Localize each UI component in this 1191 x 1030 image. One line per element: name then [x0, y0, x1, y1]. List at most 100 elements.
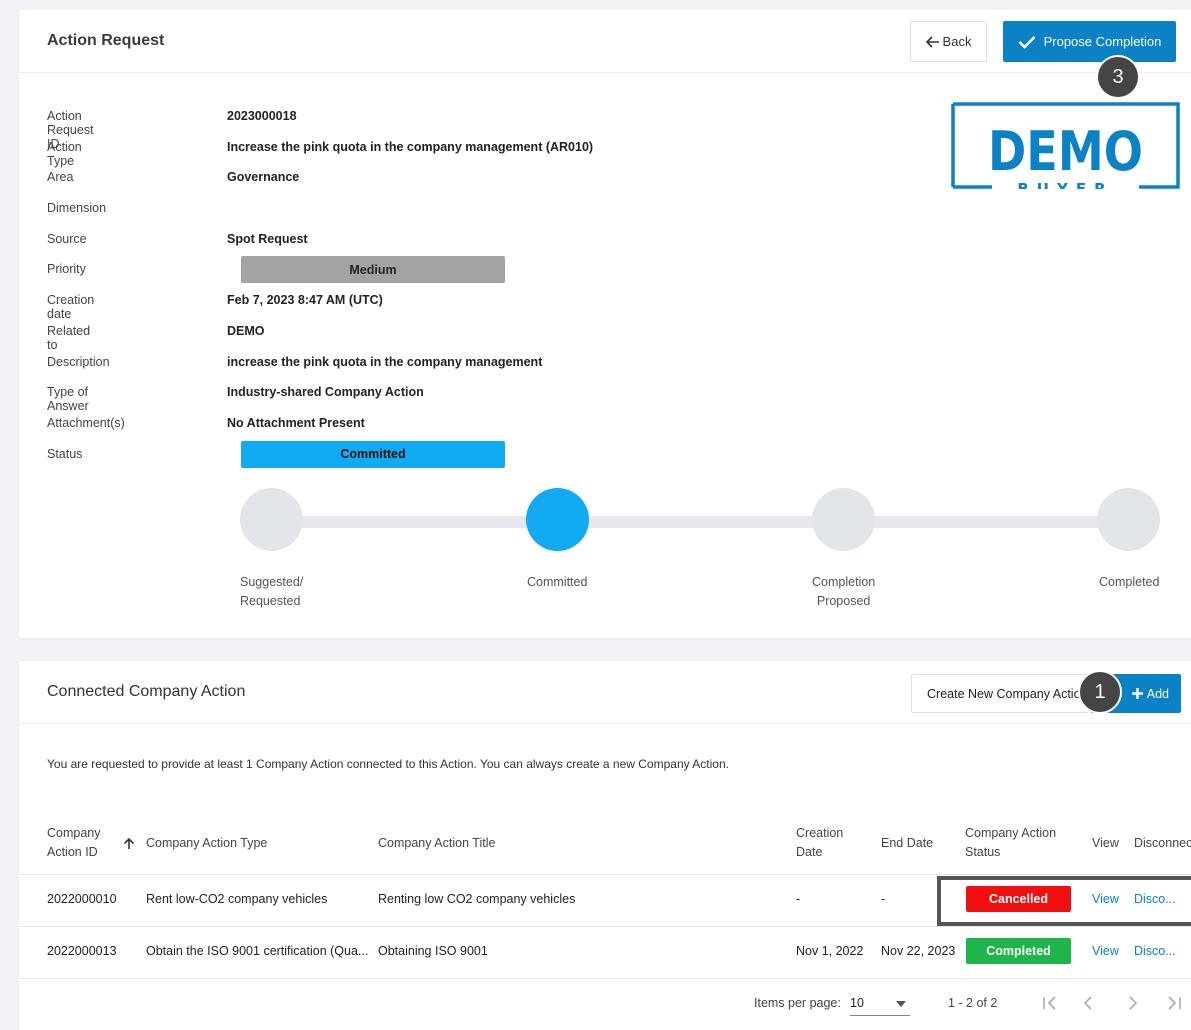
- cell-end: -: [881, 892, 886, 906]
- col-header-title[interactable]: Company Action Title: [378, 834, 495, 853]
- step-number-badge-1: 1: [1078, 670, 1122, 714]
- cell-type: Obtain the ISO 9001 certification (Qua..…: [146, 944, 369, 958]
- demo-buyer-logo: DEMO BUYER: [951, 102, 1180, 189]
- detail-label: Action Type: [47, 139, 82, 168]
- propose-completion-button[interactable]: Propose Completion: [1003, 21, 1176, 62]
- detail-value: Industry-shared Company Action: [227, 385, 424, 400]
- cell-creation: Nov 1, 2022: [796, 944, 864, 958]
- highlight-box: [937, 876, 1191, 926]
- view-link[interactable]: View: [1092, 944, 1119, 958]
- col-header-status[interactable]: Company Action Status: [965, 824, 1056, 862]
- col-header-view: View: [1092, 836, 1119, 850]
- table-header: Company Action ID Company Action Type Co…: [19, 811, 1191, 875]
- step-label-committed: Committed: [527, 573, 587, 592]
- detail-value: increase the pink quota in the company m…: [227, 354, 543, 369]
- first-page-icon[interactable]: [1042, 996, 1058, 1010]
- step-label-line: Completion: [812, 575, 876, 589]
- page-size-select[interactable]: 10: [850, 990, 910, 1016]
- paginator: Items per page: 10 1 - 2 of 2: [19, 984, 1191, 1024]
- cell-id: 2022000013: [47, 944, 117, 958]
- previous-page-icon[interactable]: [1082, 996, 1094, 1010]
- detail-label: Creation date: [47, 293, 95, 322]
- header-line: Status: [965, 845, 1001, 859]
- propose-completion-label: Propose Completion: [1043, 34, 1162, 49]
- step-label-line: Completed: [1099, 575, 1160, 589]
- next-page-icon[interactable]: [1127, 996, 1139, 1010]
- cell-title: Obtaining ISO 9001: [378, 944, 488, 958]
- step-label-suggested: Suggested/ Requested: [240, 573, 303, 611]
- detail-label: Attachment(s): [47, 415, 125, 430]
- logo-top-text: DEMO: [988, 120, 1143, 183]
- step-label-completed: Completed: [1099, 573, 1159, 592]
- last-page-icon[interactable]: [1166, 996, 1182, 1010]
- step-label-completion-proposed: Completion Proposed: [812, 573, 875, 611]
- section-title: Connected Company Action: [47, 683, 246, 700]
- check-icon: [1018, 35, 1036, 49]
- dropdown-arrow-icon: [896, 1001, 906, 1007]
- status-badge-completed: Completed: [966, 938, 1071, 964]
- intro-text: You are requested to provide at least 1 …: [47, 757, 729, 771]
- action-request-header: Action Request Back Propose Completion: [19, 10, 1191, 73]
- step-circle-committed: [526, 488, 589, 551]
- cell-creation: -: [796, 892, 801, 906]
- table-row: 2022000013 Obtain the ISO 9001 certifica…: [19, 927, 1191, 979]
- header-line: Date: [796, 845, 823, 859]
- detail-value: Spot Request: [227, 231, 308, 246]
- header-line: Action ID: [47, 845, 98, 859]
- detail-label: Source: [47, 231, 87, 246]
- detail-value: Feb 7, 2023 8:47 AM (UTC): [227, 293, 383, 308]
- detail-label: Description: [47, 354, 110, 369]
- detail-value: Governance: [227, 170, 300, 185]
- detail-label: Priority: [47, 262, 86, 277]
- back-button[interactable]: Back: [910, 21, 987, 62]
- page-title: Action Request: [47, 32, 165, 49]
- cell-type: Rent low-CO2 company vehicles: [146, 892, 328, 906]
- detail-value: DEMO: [227, 323, 265, 338]
- detail-label: Status: [47, 446, 83, 461]
- detail-label: Type of Answer: [47, 385, 89, 414]
- logo-bottom-text: BUYER: [1017, 180, 1113, 189]
- step-label-line: Committed: [527, 575, 588, 589]
- page-range: 1 - 2 of 2: [948, 996, 998, 1010]
- page-size-value: 10: [850, 996, 864, 1010]
- col-header-creation[interactable]: Creation Date: [796, 824, 843, 862]
- status-badge: Committed: [241, 440, 505, 468]
- cell-id: 2022000010: [47, 892, 117, 906]
- connected-company-action-card: Connected Company Action Create New Comp…: [19, 661, 1191, 1030]
- step-circle-completion-proposed: [812, 488, 875, 551]
- detail-value: Increase the pink quota in the company m…: [227, 139, 594, 154]
- detail-label: Dimension: [47, 201, 107, 216]
- header-line: Company Action: [965, 826, 1057, 840]
- back-button-label: Back: [942, 34, 972, 49]
- disconnect-link[interactable]: Disco...: [1134, 944, 1176, 958]
- step-label-line: Proposed: [816, 594, 871, 608]
- step-circle-suggested: [240, 488, 303, 551]
- col-header-id[interactable]: Company Action ID: [47, 824, 101, 862]
- header-line: Creation: [796, 826, 844, 840]
- cell-end: Nov 22, 2023: [881, 944, 956, 958]
- step-number-badge-3: 3: [1096, 55, 1140, 99]
- step-label-line: Suggested/: [240, 575, 304, 589]
- add-button-label: Add: [1146, 686, 1169, 701]
- stepper-track: [271, 516, 1128, 528]
- header-line: Company: [47, 826, 101, 840]
- col-header-disconnect: Disconnect: [1134, 836, 1191, 850]
- col-header-end[interactable]: End Date: [881, 834, 933, 853]
- create-company-action-button[interactable]: Create New Company Action: [911, 674, 1089, 713]
- detail-value: 2023000018: [227, 109, 297, 123]
- plus-icon: [1131, 688, 1143, 699]
- detail-label: Related to: [47, 323, 91, 352]
- items-per-page-label: Items per page:: [754, 996, 841, 1010]
- cell-title: Renting low CO2 company vehicles: [378, 892, 576, 906]
- connected-header: Connected Company Action Create New Comp…: [19, 661, 1191, 724]
- step-label-line: Requested: [240, 594, 301, 608]
- col-header-type[interactable]: Company Action Type: [146, 834, 267, 853]
- priority-badge: Medium: [241, 256, 505, 284]
- detail-value: No Attachment Present: [227, 415, 365, 430]
- progress-stepper: Suggested/ Requested Committed Completio…: [19, 488, 1191, 618]
- action-request-card: Action Request Back Propose Completion A…: [19, 10, 1191, 638]
- arrow-left-icon: [925, 35, 939, 48]
- sort-arrow-up-icon[interactable]: [123, 837, 135, 850]
- step-circle-completed: [1097, 488, 1160, 551]
- detail-label: Area: [47, 170, 74, 185]
